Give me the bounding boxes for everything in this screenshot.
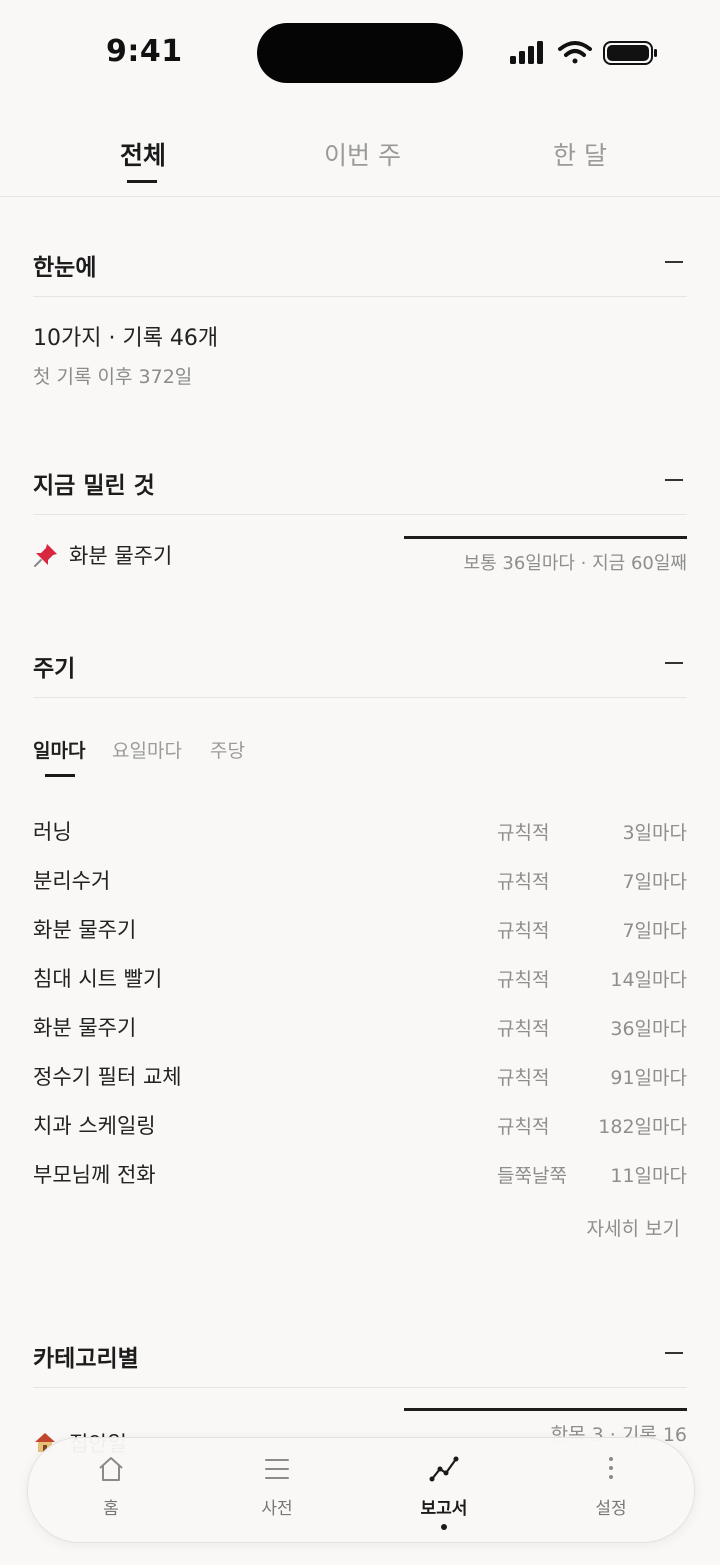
tab-per-weekday[interactable]: 요일마다: [112, 736, 182, 763]
bottom-nav-bar: 홈 사전 보고서 설정: [27, 1437, 695, 1543]
row-frequency: 91일마다: [610, 1067, 687, 1089]
collapse-icon[interactable]: [665, 1352, 683, 1354]
list-icon: [265, 1459, 289, 1479]
row-kind: 규칙적: [497, 1018, 550, 1040]
row-name: 화분 물주기: [33, 918, 137, 942]
row-name: 러닝: [33, 820, 72, 844]
nav-dictionary-label: 사전: [261, 1499, 293, 1519]
collapse-icon[interactable]: [665, 662, 683, 664]
overdue-item[interactable]: 화분 물주기 보통 36일마다 · 지금 60일째: [33, 536, 687, 590]
row-frequency: 36일마다: [610, 1018, 687, 1040]
overdue-progress-bar: [404, 536, 687, 539]
active-nav-indicator: [441, 1524, 447, 1530]
cycle-section-header[interactable]: 주기: [33, 641, 687, 698]
pushpin-icon: [34, 544, 57, 567]
tab-per-week[interactable]: 주당: [210, 736, 245, 763]
nav-home-label: 홈: [103, 1499, 119, 1519]
row-frequency: 182일마다: [598, 1116, 687, 1138]
nav-report[interactable]: 보고서: [361, 1438, 527, 1542]
overdue-title: 지금 밀린 것: [33, 473, 155, 499]
tab-per-day[interactable]: 일마다: [33, 736, 85, 763]
row-frequency: 11일마다: [610, 1165, 687, 1187]
row-kind: 규칙적: [497, 871, 550, 893]
table-row[interactable]: 러닝 규칙적 3일마다: [33, 812, 687, 852]
nav-settings[interactable]: 설정: [528, 1438, 694, 1542]
row-kind: 규칙적: [497, 1116, 550, 1138]
row-kind: 규칙적: [497, 822, 550, 844]
overview-summary: 10가지 · 기록 46개: [33, 326, 219, 351]
overview-title: 한눈에: [33, 255, 97, 281]
status-time: 9:41: [106, 34, 183, 69]
cellular-signal-icon: [510, 41, 543, 64]
row-kind: 규칙적: [497, 1067, 550, 1089]
home-icon: [99, 1457, 123, 1481]
more-vertical-icon: [609, 1457, 613, 1479]
row-name: 정수기 필터 교체: [33, 1065, 182, 1089]
row-name: 침대 시트 빨기: [33, 967, 163, 991]
table-row[interactable]: 침대 시트 빨기 규칙적 14일마다: [33, 959, 687, 999]
table-row[interactable]: 부모님께 전화 들쭉날쭉 11일마다: [33, 1155, 687, 1195]
row-frequency: 3일마다: [622, 822, 687, 844]
active-tab-indicator: [127, 180, 157, 183]
wifi-icon: [558, 41, 592, 64]
overdue-item-detail: 보통 36일마다 · 지금 60일째: [463, 553, 687, 574]
row-kind: 규칙적: [497, 920, 550, 942]
dynamic-island: [257, 23, 463, 83]
category-section-header[interactable]: 카테고리별: [33, 1331, 687, 1388]
period-tabs: 전체 이번 주 한 달: [0, 100, 720, 197]
table-row[interactable]: 화분 물주기 규칙적 36일마다: [33, 1008, 687, 1048]
row-name: 부모님께 전화: [33, 1163, 156, 1187]
table-row[interactable]: 정수기 필터 교체 규칙적 91일마다: [33, 1057, 687, 1097]
overview-since: 첫 기록 이후 372일: [33, 366, 193, 388]
category-title: 카테고리별: [33, 1346, 139, 1372]
row-name: 화분 물주기: [33, 1016, 137, 1040]
row-kind: 들쭉날쭉: [497, 1165, 567, 1187]
overdue-section-header[interactable]: 지금 밀린 것: [33, 458, 687, 515]
overdue-item-name: 화분 물주기: [69, 544, 173, 568]
tab-this-week[interactable]: 이번 주: [324, 136, 401, 172]
category-progress-bar: [404, 1408, 687, 1411]
collapse-icon[interactable]: [665, 261, 683, 263]
chart-line-icon: [429, 1456, 459, 1482]
overview-section-header[interactable]: 한눈에: [33, 240, 687, 297]
collapse-icon[interactable]: [665, 479, 683, 481]
row-frequency: 7일마다: [622, 871, 687, 893]
row-name: 치과 스케일링: [33, 1114, 156, 1138]
battery-icon: [603, 41, 657, 65]
active-subtab-indicator: [45, 774, 75, 777]
system-status-icons: [510, 41, 657, 65]
nav-settings-label: 설정: [595, 1499, 627, 1519]
status-bar: 9:41: [0, 0, 720, 100]
nav-dictionary[interactable]: 사전: [194, 1438, 360, 1542]
row-kind: 규칙적: [497, 969, 550, 991]
table-row[interactable]: 분리수거 규칙적 7일마다: [33, 861, 687, 901]
tab-all[interactable]: 전체: [120, 136, 166, 172]
table-row[interactable]: 치과 스케일링 규칙적 182일마다: [33, 1106, 687, 1146]
cycle-title: 주기: [33, 656, 76, 682]
tab-month[interactable]: 한 달: [553, 136, 607, 172]
see-more-link[interactable]: 자세히 보기: [587, 1214, 680, 1241]
row-frequency: 7일마다: [622, 920, 687, 942]
row-frequency: 14일마다: [610, 969, 687, 991]
table-row[interactable]: 화분 물주기 규칙적 7일마다: [33, 910, 687, 950]
nav-home[interactable]: 홈: [28, 1438, 194, 1542]
row-name: 분리수거: [33, 869, 111, 893]
nav-report-label: 보고서: [420, 1499, 468, 1519]
